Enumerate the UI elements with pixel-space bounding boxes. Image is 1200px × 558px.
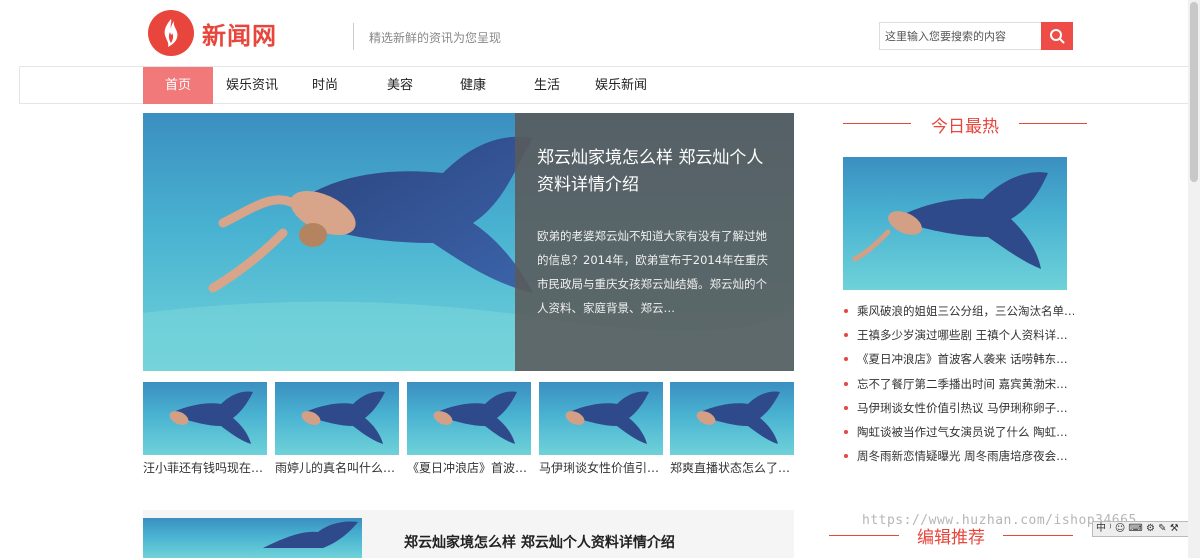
nav-item-life[interactable]: 生活: [522, 67, 572, 104]
site-header: 新闻网 精选新鲜的资讯为您呈现: [0, 0, 1200, 66]
search-icon: [1050, 29, 1065, 44]
site-logo[interactable]: 新闻网: [148, 10, 277, 56]
page-scrollbar[interactable]: [1188, 0, 1200, 558]
hot-heading-label: 今日最热: [931, 117, 999, 137]
scrollbar-thumb[interactable]: [1190, 2, 1198, 182]
article-title[interactable]: 郑云灿家境怎么样 郑云灿个人资料详情介绍: [404, 532, 675, 552]
thumb-image[interactable]: [670, 382, 794, 455]
hot-list-item[interactable]: 王禛多少岁演过哪些剧 王禛个人资料详…: [844, 327, 1074, 351]
site-slogan: 精选新鲜的资讯为您呈现: [369, 31, 502, 45]
nav-item-beauty[interactable]: 美容: [375, 67, 425, 104]
hot-list-item[interactable]: 周冬雨新恋情疑曝光 周冬雨唐培彦夜会…: [844, 448, 1074, 472]
main-nav: 首页 娱乐资讯 时尚 美容 健康 生活 娱乐新闻: [19, 66, 1200, 104]
thumb-card[interactable]: 汪小菲还有钱吗现在…: [143, 382, 267, 476]
search-button[interactable]: [1041, 22, 1073, 50]
hero-title[interactable]: 郑云灿家境怎么样 郑云灿个人资料详情介绍: [537, 145, 774, 199]
hero-text-overlay: 郑云灿家境怎么样 郑云灿个人资料详情介绍 欧弟的老婆郑云灿不知道大家有没有了解过…: [515, 113, 794, 371]
heading-line-right: [1003, 535, 1073, 536]
thumb-caption[interactable]: 雨婷儿的真名叫什么…: [275, 459, 399, 476]
hot-news-list: 乘风破浪的姐姐三公分组，三公淘汰名单… 王禛多少岁演过哪些剧 王禛个人资料详… …: [844, 303, 1074, 472]
page: 新闻网 精选新鲜的资讯为您呈现 首页 娱乐资讯 时尚 美容 健康 生活 娱乐新闻: [0, 0, 1200, 558]
thumb-card[interactable]: 马伊琍谈女性价值引…: [539, 382, 663, 476]
slogan-divider: [353, 23, 354, 50]
thumb-card[interactable]: 雨婷儿的真名叫什么…: [275, 382, 399, 476]
search-box: [879, 22, 1073, 50]
article-list-item[interactable]: 郑云灿家境怎么样 郑云灿个人资料详情介绍: [143, 510, 794, 558]
logo-text: 新闻网: [202, 21, 277, 50]
ime-toolbar[interactable]: 中 ⁾ ☺ ⌨ ⚙ ✎ ⚒: [1092, 521, 1200, 537]
hot-list-item[interactable]: 忘不了餐厅第二季播出时间 嘉宾黄渤宋…: [844, 376, 1074, 400]
hot-section-heading: 今日最热: [843, 112, 1087, 137]
hot-list-item[interactable]: 《夏日冲浪店》首波客人袭来 话唠韩东…: [844, 351, 1074, 375]
thumb-image[interactable]: [407, 382, 531, 455]
nav-item-entertainment-info[interactable]: 娱乐资讯: [220, 67, 284, 104]
thumb-caption[interactable]: 汪小菲还有钱吗现在…: [143, 459, 267, 476]
thumb-image[interactable]: [143, 382, 267, 455]
hero-article[interactable]: 郑云灿家境怎么样 郑云灿个人资料详情介绍 欧弟的老婆郑云灿不知道大家有没有了解过…: [143, 113, 794, 371]
nav-item-health[interactable]: 健康: [448, 67, 498, 104]
thumb-image[interactable]: [275, 382, 399, 455]
hot-list-item[interactable]: 马伊琍谈女性价值引热议 马伊琍称卵子…: [844, 400, 1074, 424]
thumb-card[interactable]: 《夏日冲浪店》首波…: [407, 382, 531, 476]
thumb-caption[interactable]: 马伊琍谈女性价值引…: [539, 459, 663, 476]
thumb-caption[interactable]: 《夏日冲浪店》首波…: [407, 459, 531, 476]
hot-list-item[interactable]: 陶虹谈被当作过气女演员说了什么 陶虹…: [844, 424, 1074, 448]
search-input[interactable]: [880, 23, 1042, 49]
article-image[interactable]: [143, 518, 362, 558]
nav-item-entertainment-news[interactable]: 娱乐新闻: [588, 67, 654, 104]
nav-item-fashion[interactable]: 时尚: [300, 67, 350, 104]
heading-line-right: [1019, 123, 1087, 124]
thumb-card[interactable]: 郑爽直播状态怎么了…: [670, 382, 794, 476]
hot-list-item[interactable]: 乘风破浪的姐姐三公分组，三公淘汰名单…: [844, 303, 1074, 327]
nav-item-home[interactable]: 首页: [143, 67, 213, 104]
thumb-image[interactable]: [539, 382, 663, 455]
hero-description: 欧弟的老婆郑云灿不知道大家有没有了解过她的信息？2014年，欧弟宣布于2014年…: [537, 229, 769, 315]
flame-logo-icon: [148, 10, 194, 56]
thumb-caption[interactable]: 郑爽直播状态怎么了…: [670, 459, 794, 476]
hot-feature-image[interactable]: [843, 157, 1067, 290]
